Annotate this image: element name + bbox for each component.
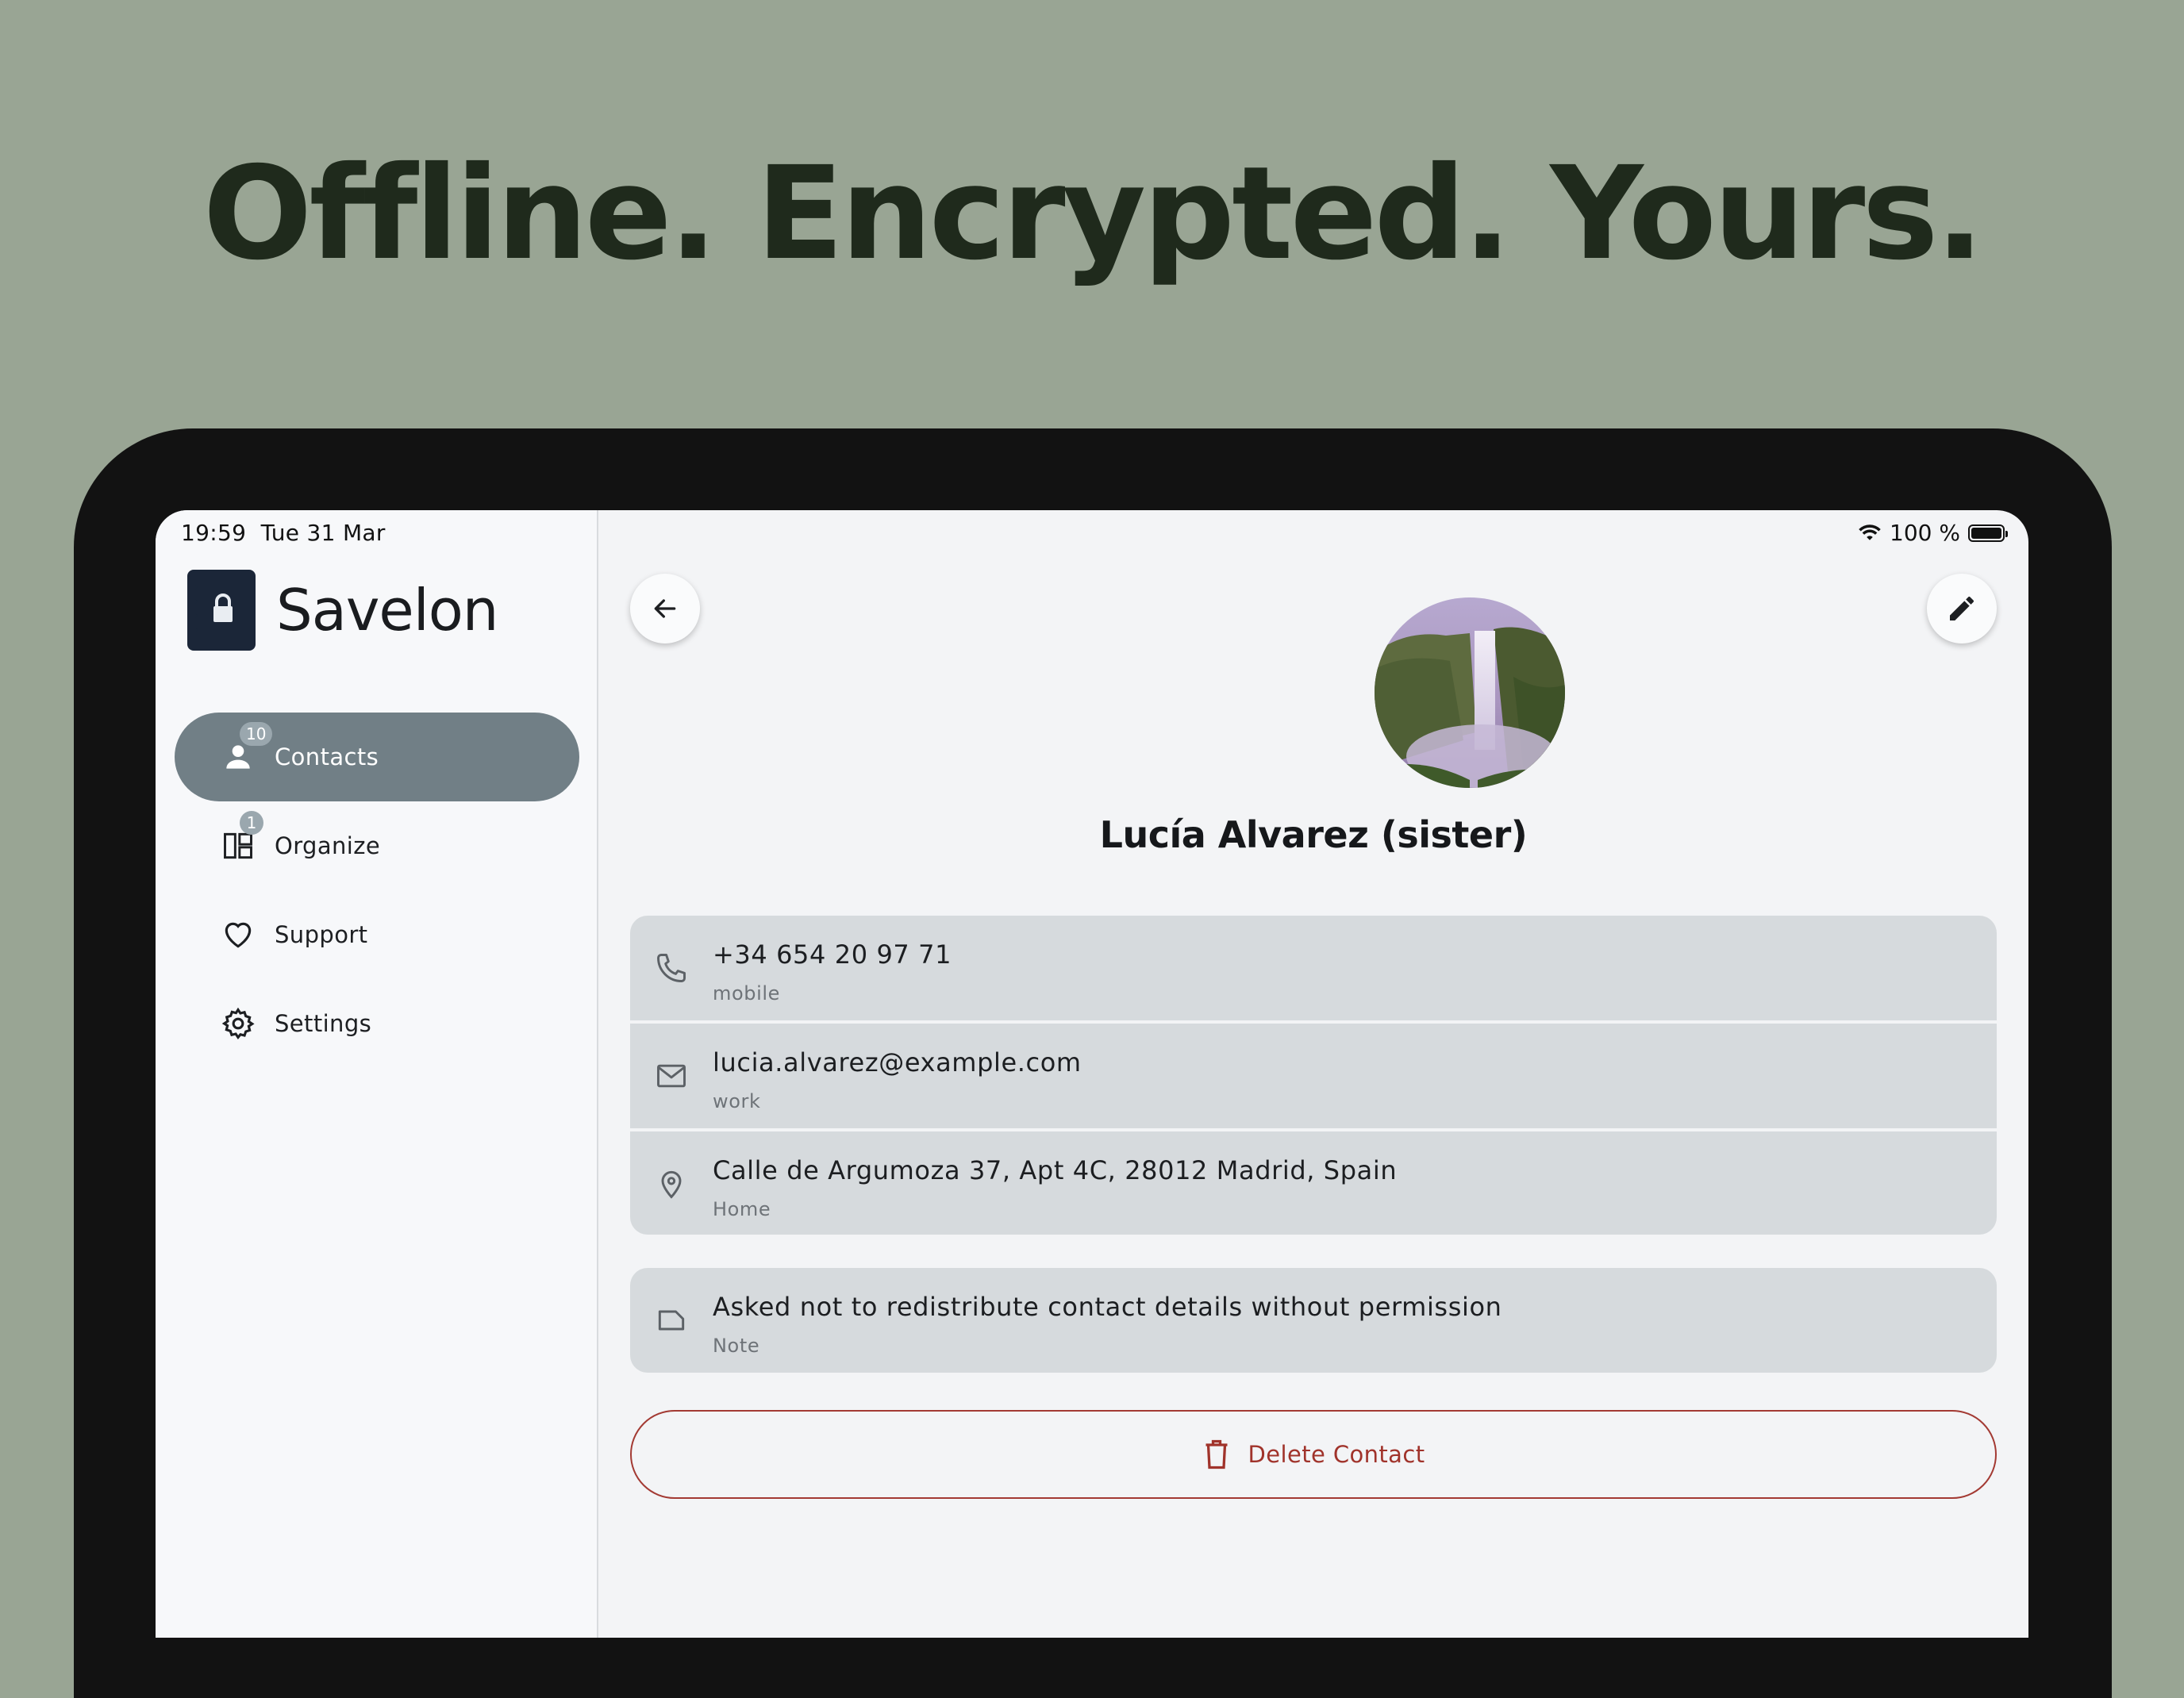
contact-avatar — [1375, 597, 1565, 788]
app-screen: 19:59 Tue 31 Mar Savelon 10 Contacts 1 O… — [156, 510, 2028, 1638]
note-card: Asked not to redistribute contact detail… — [630, 1268, 1997, 1373]
battery-icon — [1968, 524, 2008, 542]
sidebar-item-contacts[interactable]: 10 Contacts — [175, 713, 579, 801]
edit-button[interactable] — [1927, 574, 1997, 643]
note-row[interactable]: Asked not to redistribute contact detail… — [630, 1268, 1997, 1373]
note-value: Asked not to redistribute contact detail… — [713, 1292, 1502, 1322]
contact-name: Lucía Alvarez (sister) — [1099, 813, 1528, 856]
sidebar-item-organize[interactable]: 1 Organize — [175, 801, 579, 890]
email-row[interactable]: lucia.alvarez@example.com work — [630, 1024, 1997, 1128]
pencil-icon — [1950, 597, 1974, 620]
status-date: Tue 31 Mar — [260, 520, 386, 546]
arrow-left-icon — [654, 599, 676, 618]
contacts-count-badge: 10 — [240, 722, 273, 746]
contact-detail-pane: 100 % Lucía Alvarez (sister) +34 654 20 … — [598, 510, 2028, 1638]
sidebar-item-label: Organize — [275, 832, 381, 859]
trash-icon — [1205, 1439, 1228, 1469]
sidebar-item-label: Settings — [275, 1010, 372, 1037]
app-title: Savelon — [276, 577, 498, 643]
address-value: Calle de Argumoza 37, Apt 4C, 28012 Madr… — [713, 1155, 1398, 1185]
delete-contact-button[interactable]: Delete Contact — [630, 1410, 1997, 1499]
email-value: lucia.alvarez@example.com — [713, 1047, 1082, 1078]
address-row[interactable]: Calle de Argumoza 37, Apt 4C, 28012 Madr… — [630, 1131, 1997, 1235]
wifi-icon — [1859, 524, 1881, 540]
app-brand: Savelon — [187, 570, 498, 651]
battery-percentage: 100 % — [1890, 520, 1960, 546]
dashboard-icon: 1 — [221, 811, 263, 863]
phone-value: +34 654 20 97 71 — [713, 939, 952, 970]
sidebar-item-settings[interactable]: Settings — [175, 979, 579, 1068]
delete-contact-label: Delete Contact — [1248, 1441, 1425, 1468]
heart-icon — [221, 917, 256, 952]
sidebar-item-label: Contacts — [275, 743, 379, 770]
gear-icon — [221, 1006, 256, 1041]
app-logo-icon — [187, 570, 256, 651]
person-icon: 10 — [221, 722, 273, 774]
phone-icon — [657, 954, 686, 982]
email-label: work — [713, 1090, 761, 1112]
location-pin-icon — [661, 1170, 682, 1199]
note-label: Note — [713, 1335, 760, 1357]
contact-details-card: +34 654 20 97 71 mobile lucia.alvarez@ex… — [630, 916, 1997, 1235]
status-indicators: 100 % — [1858, 520, 2008, 546]
sidebar-item-support[interactable]: Support — [175, 890, 579, 979]
organize-count-badge: 1 — [240, 811, 263, 835]
note-icon — [658, 1310, 685, 1331]
status-time-date: 19:59 Tue 31 Mar — [181, 520, 386, 546]
marketing-headline: Offline. Encrypted. Yours. — [202, 140, 1985, 289]
sidebar-item-label: Support — [275, 921, 368, 948]
phone-label: mobile — [713, 982, 780, 1005]
address-label: Home — [713, 1198, 771, 1220]
sidebar: 19:59 Tue 31 Mar Savelon 10 Contacts 1 O… — [156, 510, 598, 1638]
back-button[interactable] — [630, 574, 700, 643]
mail-icon — [657, 1064, 686, 1088]
status-time: 19:59 — [181, 520, 247, 546]
phone-row[interactable]: +34 654 20 97 71 mobile — [630, 916, 1997, 1020]
